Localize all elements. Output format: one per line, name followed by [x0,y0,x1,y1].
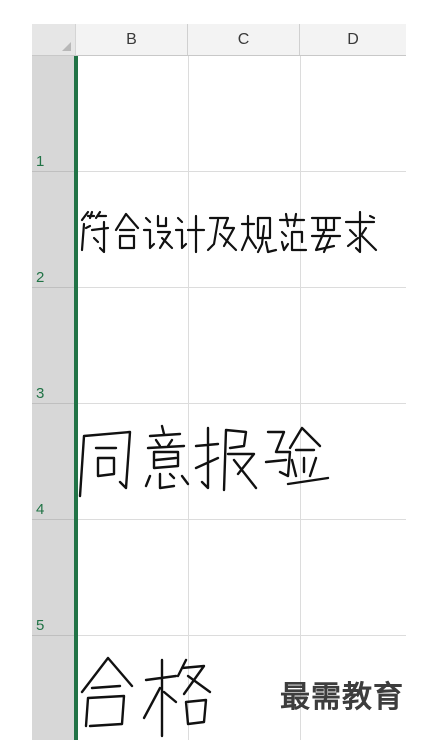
row-header-4[interactable]: 4 [32,404,76,520]
row-number: 3 [36,385,45,402]
row-number: 5 [36,617,45,634]
row-divider [78,519,406,520]
watermark-logo: 最需教育 [280,680,404,715]
row-header-5[interactable]: 5 [32,520,76,636]
row-divider [78,403,406,404]
row-number: 1 [36,153,45,170]
right-margin [406,0,432,740]
cell-b2-handwriting [80,210,378,254]
column-header-d[interactable]: D [300,24,406,55]
column-divider [188,56,189,740]
row-header-1[interactable]: 1 [32,56,76,172]
row-divider [78,287,406,288]
select-all-triangle-icon [62,42,71,51]
column-selection-indicator [74,56,78,740]
row-header-bar: 1 2 3 4 5 [32,56,76,740]
row-number: 4 [36,501,45,518]
spreadsheet: B C D 1 2 3 4 5 最需教育 [0,0,432,740]
row-divider [78,635,406,636]
column-header-b[interactable]: B [76,24,188,55]
row-header-3[interactable]: 3 [32,288,76,404]
cell-b6-handwriting [80,656,212,738]
row-number: 2 [36,269,45,286]
select-all-button[interactable] [32,24,76,56]
row-divider [78,171,406,172]
column-divider [300,56,301,740]
cell-grid[interactable] [78,56,406,740]
column-header-bar: B C D [76,24,406,56]
row-header-2[interactable]: 2 [32,172,76,288]
row-header-6[interactable] [32,636,76,740]
column-header-c[interactable]: C [188,24,300,55]
left-margin [0,0,32,740]
cell-b4-handwriting [78,424,330,498]
